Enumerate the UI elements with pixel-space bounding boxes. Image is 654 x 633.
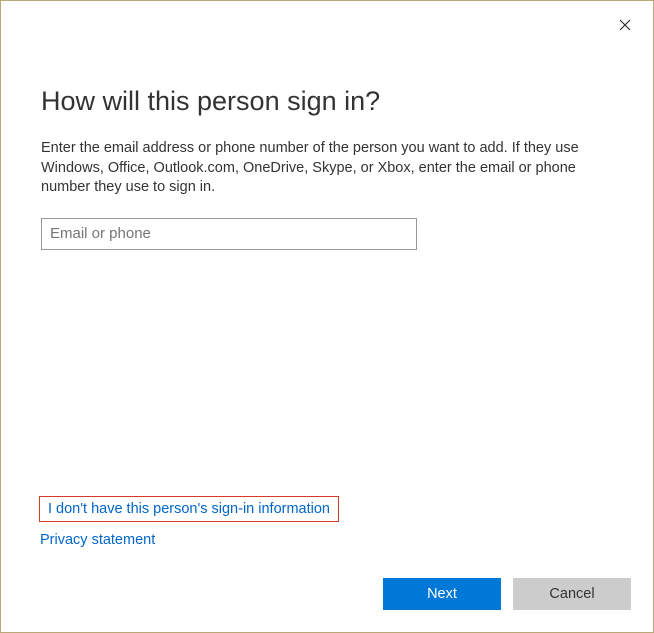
button-row: Next Cancel: [383, 578, 631, 610]
links-section: I don't have this person's sign-in infor…: [39, 496, 339, 548]
next-button[interactable]: Next: [383, 578, 501, 610]
email-or-phone-input[interactable]: [41, 218, 417, 250]
no-signin-info-link[interactable]: I don't have this person's sign-in infor…: [48, 501, 330, 517]
no-signin-info-highlight: I don't have this person's sign-in infor…: [39, 496, 339, 522]
close-icon: [619, 19, 631, 31]
page-title: How will this person sign in?: [41, 86, 613, 117]
description-text: Enter the email address or phone number …: [41, 139, 601, 198]
dialog-content: How will this person sign in? Enter the …: [1, 1, 653, 250]
close-button[interactable]: [609, 9, 641, 41]
cancel-button[interactable]: Cancel: [513, 578, 631, 610]
privacy-statement-link[interactable]: Privacy statement: [40, 532, 339, 548]
